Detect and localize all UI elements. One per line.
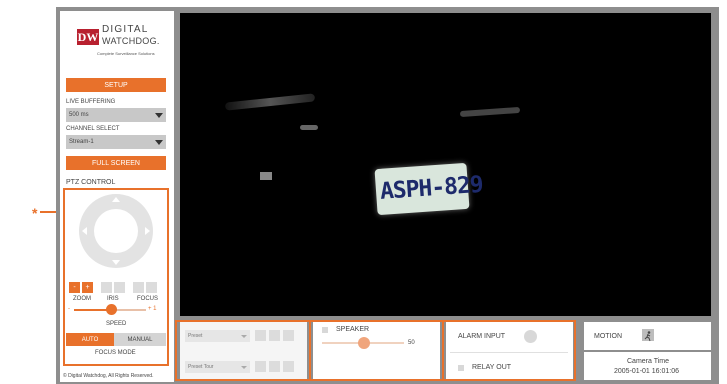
camera-time-value: 2005-01-01 16:01:06	[614, 368, 679, 375]
live-buffering-label: LIVE BUFFERING	[66, 99, 116, 105]
annotation-marker: *	[32, 205, 38, 221]
speed-min-label: -	[68, 306, 70, 312]
channel-select[interactable]: Stream-1	[66, 135, 166, 149]
focus-near-button[interactable]	[133, 282, 144, 293]
logo-brand-line1: DIGITAL	[102, 24, 149, 35]
iris-open-button[interactable]	[114, 282, 125, 293]
video-highlight-left	[224, 93, 316, 111]
focus-auto-button[interactable]: AUTO	[66, 333, 114, 346]
ptz-control-label: PTZ CONTROL	[66, 179, 116, 186]
zoom-out-button[interactable]: -	[69, 282, 80, 293]
zoom-in-button[interactable]: +	[82, 282, 93, 293]
license-plate-text: ASPH-829	[379, 171, 484, 205]
video-highlight-mid	[300, 125, 318, 130]
highlight-divider-2	[442, 320, 444, 381]
bottom-controls-highlight	[175, 320, 576, 381]
focus-label: FOCUS	[137, 296, 158, 302]
channel-select-value: Stream-1	[69, 139, 94, 145]
iris-label: IRIS	[107, 296, 119, 302]
zoom-label: ZOOM	[73, 296, 91, 302]
motion-label: MOTION	[594, 333, 622, 340]
ptz-direction-pad-icon[interactable]	[78, 193, 154, 269]
full-screen-button[interactable]: FULL SCREEN	[66, 156, 166, 170]
speed-max-label: + 1	[148, 306, 157, 312]
logo-tagline: Complete Surveillance Solutions	[97, 51, 155, 56]
chevron-down-icon	[155, 140, 163, 145]
motion-running-person-icon	[642, 329, 654, 342]
focus-far-button[interactable]	[146, 282, 157, 293]
license-plate: ASPH-829	[374, 162, 484, 216]
channel-select-label: CHANNEL SELECT	[66, 126, 120, 132]
setup-button[interactable]: SETUP	[66, 78, 166, 92]
live-buffering-value: 500 ms	[69, 112, 89, 118]
iris-close-button[interactable]	[101, 282, 112, 293]
live-buffering-select[interactable]: 500 ms	[66, 108, 166, 122]
camera-time-label: Camera Time	[627, 358, 670, 365]
highlight-divider-1	[309, 320, 311, 381]
chevron-down-icon	[155, 113, 163, 118]
camera-time-panel	[584, 352, 711, 380]
live-video-view[interactable]: ASPH-829	[180, 13, 711, 316]
speed-label: SPEED	[106, 321, 127, 327]
video-highlight-small	[260, 172, 272, 180]
copyright-text: © Digital Watchdog, All Rights Reserved.	[63, 373, 154, 379]
speed-slider-handle[interactable]	[106, 304, 117, 315]
focus-manual-button[interactable]: MANUAL	[114, 333, 166, 346]
logo-mark: DW	[77, 29, 99, 45]
company-logo: DW DIGITAL WATCHDOG. Complete Surveillan…	[77, 24, 161, 60]
logo-brand-line2: WATCHDOG.	[102, 36, 160, 46]
focus-mode-label: FOCUS MODE	[95, 350, 136, 356]
video-highlight-right	[459, 106, 521, 118]
